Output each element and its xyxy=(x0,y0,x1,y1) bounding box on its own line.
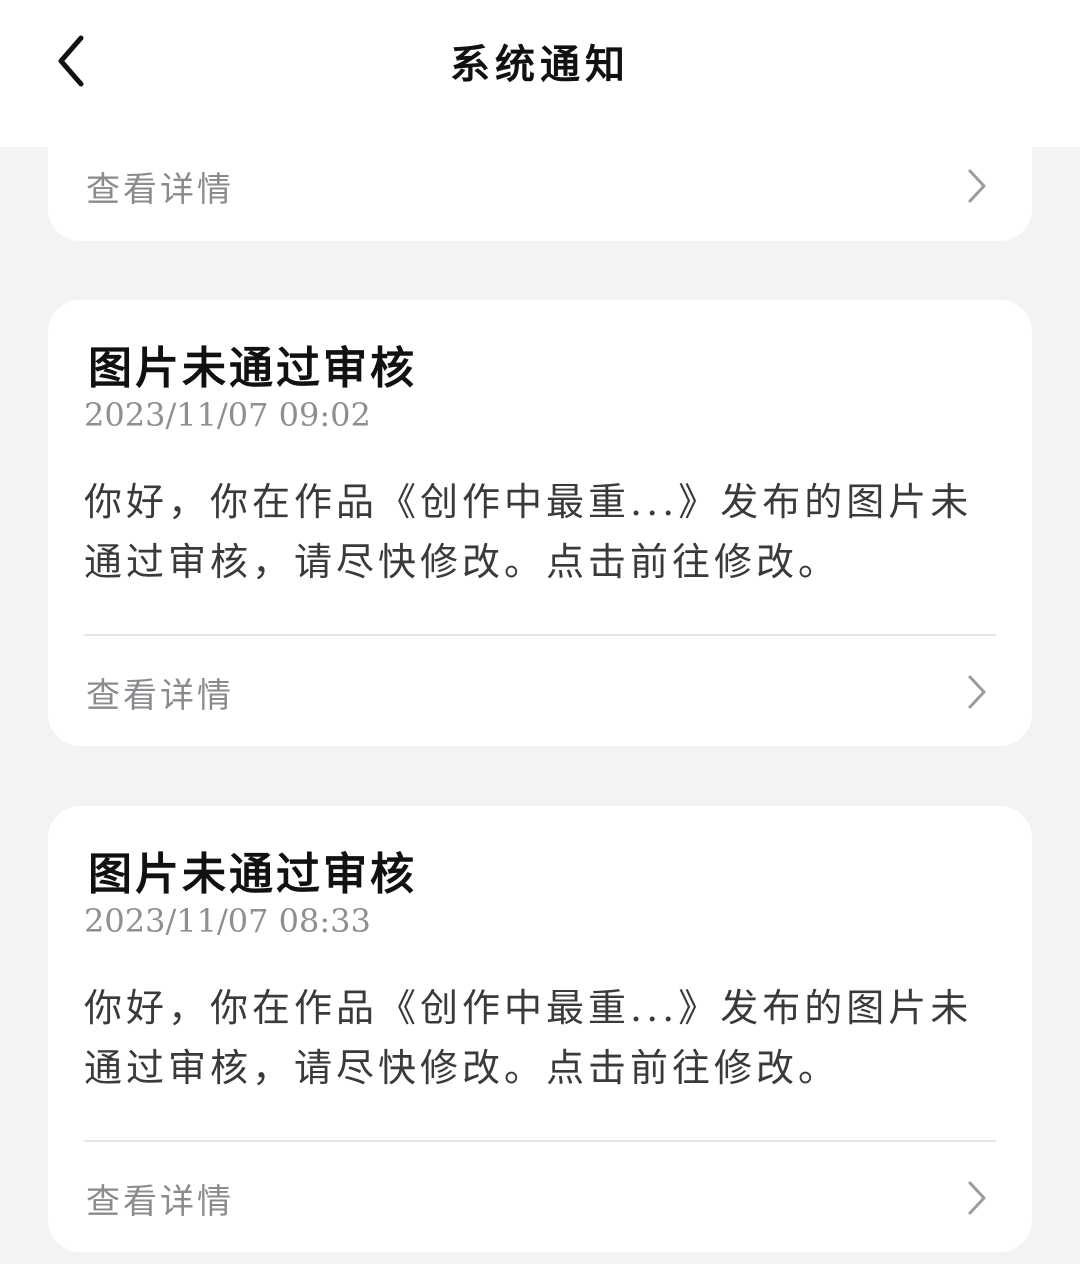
chevron-right-icon xyxy=(964,168,990,204)
notification-card[interactable]: 图片未通过审核 2023/11/07 08:33 你好，你在作品《创作中最重..… xyxy=(48,806,1032,1252)
notification-card[interactable]: 图片未通过审核 2023/11/07 09:02 你好，你在作品《创作中最重..… xyxy=(48,300,1032,746)
top-navigation-bar: 系统通知 xyxy=(0,0,1080,147)
view-details-label: 查看详情 xyxy=(86,676,234,716)
notification-timestamp: 2023/11/07 08:33 xyxy=(84,902,371,940)
notification-body: 你好，你在作品《创作中最重...》发布的图片未通过审核，请尽快修改。点击前往修改… xyxy=(84,480,973,584)
notification-body: 你好，你在作品《创作中最重...》发布的图片未通过审核，请尽快修改。点击前往修改… xyxy=(84,986,973,1090)
view-details-link[interactable]: 查看详情 xyxy=(48,662,1032,722)
view-details-link[interactable]: 查看详情 xyxy=(48,1168,1032,1228)
divider xyxy=(84,634,996,636)
chevron-right-icon xyxy=(964,674,990,710)
notification-title: 图片未通过审核 xyxy=(88,343,417,394)
chevron-right-icon xyxy=(964,1180,990,1216)
notification-list: 查看详情 图片未通过审核 2023/11/07 09:02 你好，你在作品《创作… xyxy=(0,0,1080,1264)
page-title: 系统通知 xyxy=(450,41,630,88)
view-details-label: 查看详情 xyxy=(86,170,234,210)
view-details-link[interactable]: 查看详情 xyxy=(48,156,1032,216)
divider xyxy=(84,1140,996,1142)
notification-title: 图片未通过审核 xyxy=(88,849,417,900)
view-details-label: 查看详情 xyxy=(86,1182,234,1222)
notification-timestamp: 2023/11/07 09:02 xyxy=(84,396,371,434)
